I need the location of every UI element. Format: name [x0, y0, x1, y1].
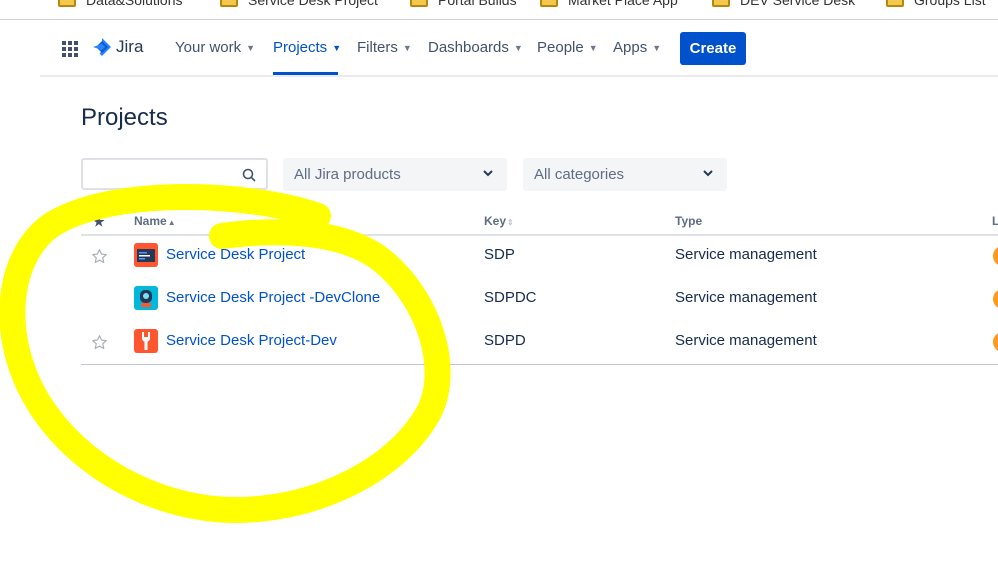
nav-filters[interactable]: Filters ▼	[357, 39, 412, 56]
nav-your-work[interactable]: Your work ▼	[175, 39, 255, 56]
column-header-label: Key	[484, 214, 507, 228]
search-input[interactable]	[91, 165, 235, 185]
project-type: Service management	[675, 332, 817, 349]
project-type: Service management	[675, 246, 817, 263]
categories-filter-select[interactable]: All categories	[523, 158, 727, 191]
search-icon	[242, 168, 256, 182]
column-header-name[interactable]: Name▲	[134, 214, 176, 228]
project-name-link[interactable]: Service Desk Project-Dev	[166, 332, 337, 349]
project-avatar	[134, 286, 158, 310]
create-button[interactable]: Create	[680, 32, 746, 65]
table-bottom-divider	[81, 364, 998, 365]
project-avatar	[134, 329, 158, 353]
table-row: Service Desk Project SDP Service managem…	[81, 234, 998, 277]
chevron-down-icon: ▼	[332, 42, 342, 53]
star-icon[interactable]	[91, 248, 108, 265]
project-avatar	[134, 243, 158, 267]
bookmark-item[interactable]: Service Desk Project	[220, 0, 378, 8]
chevron-down-icon: ▼	[513, 42, 523, 53]
folder-icon	[712, 0, 730, 7]
app-switcher-icon[interactable]	[62, 41, 78, 57]
nav-apps[interactable]: Apps ▼	[613, 39, 661, 56]
logo-text: Jira	[116, 37, 144, 56]
bookmark-label: Groups List	[914, 0, 986, 8]
robot-avatar-icon	[134, 286, 158, 310]
folder-icon	[540, 0, 558, 7]
dark-screen-avatar-icon	[134, 243, 158, 267]
column-header-key[interactable]: Key⇕	[484, 214, 514, 228]
select-value: All Jira products	[294, 166, 401, 183]
bookmark-label: Portal Builds	[438, 0, 517, 8]
bookmark-label: Market Place App	[568, 0, 678, 8]
table-row: Service Desk Project-Dev SDPD Service ma…	[81, 320, 998, 363]
bookmark-label: Service Desk Project	[248, 0, 378, 8]
nav-projects[interactable]: Projects ▼	[273, 39, 341, 56]
nav-label: Dashboards	[428, 39, 509, 56]
products-filter-select[interactable]: All Jira products	[283, 158, 507, 191]
nav-dashboards[interactable]: Dashboards ▼	[428, 39, 523, 56]
bookmark-item[interactable]: Groups List	[886, 0, 986, 8]
chevron-down-icon: ▼	[402, 42, 412, 53]
project-name-link[interactable]: Service Desk Project -DevClone	[166, 289, 380, 306]
top-navigation: Jira Your work ▼ Projects ▼ Filters ▼ Dashb…	[40, 20, 998, 77]
project-type: Service management	[675, 289, 817, 306]
nav-people[interactable]: People ▼	[537, 39, 598, 56]
bookmark-label: DEV Service Desk	[740, 0, 856, 8]
chevron-down-icon	[483, 170, 493, 177]
page-title: Projects	[81, 104, 168, 131]
folder-icon	[220, 0, 238, 7]
bookmark-item[interactable]: DEV Service Desk	[712, 0, 855, 8]
column-header-label: Name	[134, 214, 167, 228]
table-row: Service Desk Project -DevClone SDPDC Ser…	[81, 277, 998, 320]
project-key: SDP	[484, 246, 515, 263]
bookmark-item[interactable]: Data&Solutions	[58, 0, 183, 8]
select-value: All categories	[534, 166, 625, 183]
project-name-link[interactable]: Service Desk Project	[166, 246, 305, 263]
chevron-down-icon	[703, 170, 713, 177]
chevron-down-icon: ▼	[588, 42, 598, 53]
jira-logo-icon	[93, 38, 111, 56]
chevron-down-icon: ▼	[246, 42, 256, 53]
nav-label: People	[537, 39, 584, 56]
wrench-avatar-icon	[134, 329, 158, 353]
bookmark-item[interactable]: Portal Builds	[410, 0, 517, 8]
bookmark-label: Data&Solutions	[86, 0, 183, 8]
lead-avatar[interactable]	[993, 289, 998, 309]
project-search-field[interactable]	[81, 158, 268, 190]
project-key: SDPDC	[484, 289, 537, 306]
sort-up-icon: ▲	[167, 218, 176, 227]
nav-label: Projects	[273, 39, 328, 56]
chevron-down-icon: ▼	[652, 42, 662, 53]
active-tab-indicator	[273, 72, 338, 75]
sort-icon: ⇕	[507, 218, 514, 227]
project-key: SDPD	[484, 332, 526, 349]
nav-label: Apps	[613, 39, 648, 56]
lead-avatar[interactable]	[993, 332, 998, 352]
nav-label: Your work	[175, 39, 242, 56]
folder-icon	[410, 0, 428, 7]
folder-icon	[886, 0, 904, 7]
bookmark-item[interactable]: Market Place App	[540, 0, 678, 8]
lead-avatar[interactable]	[993, 246, 998, 266]
column-header-type: Type	[675, 214, 703, 228]
column-header-lead: L	[992, 214, 998, 228]
column-header-star: ★	[93, 214, 105, 229]
jira-logo[interactable]: Jira	[92, 37, 143, 57]
nav-label: Filters	[357, 39, 398, 56]
star-icon[interactable]	[91, 334, 108, 351]
bookmarks-bar: Data&Solutions Service Desk Project Port…	[0, 0, 998, 19]
folder-icon	[58, 0, 76, 7]
left-gutter	[0, 20, 40, 578]
